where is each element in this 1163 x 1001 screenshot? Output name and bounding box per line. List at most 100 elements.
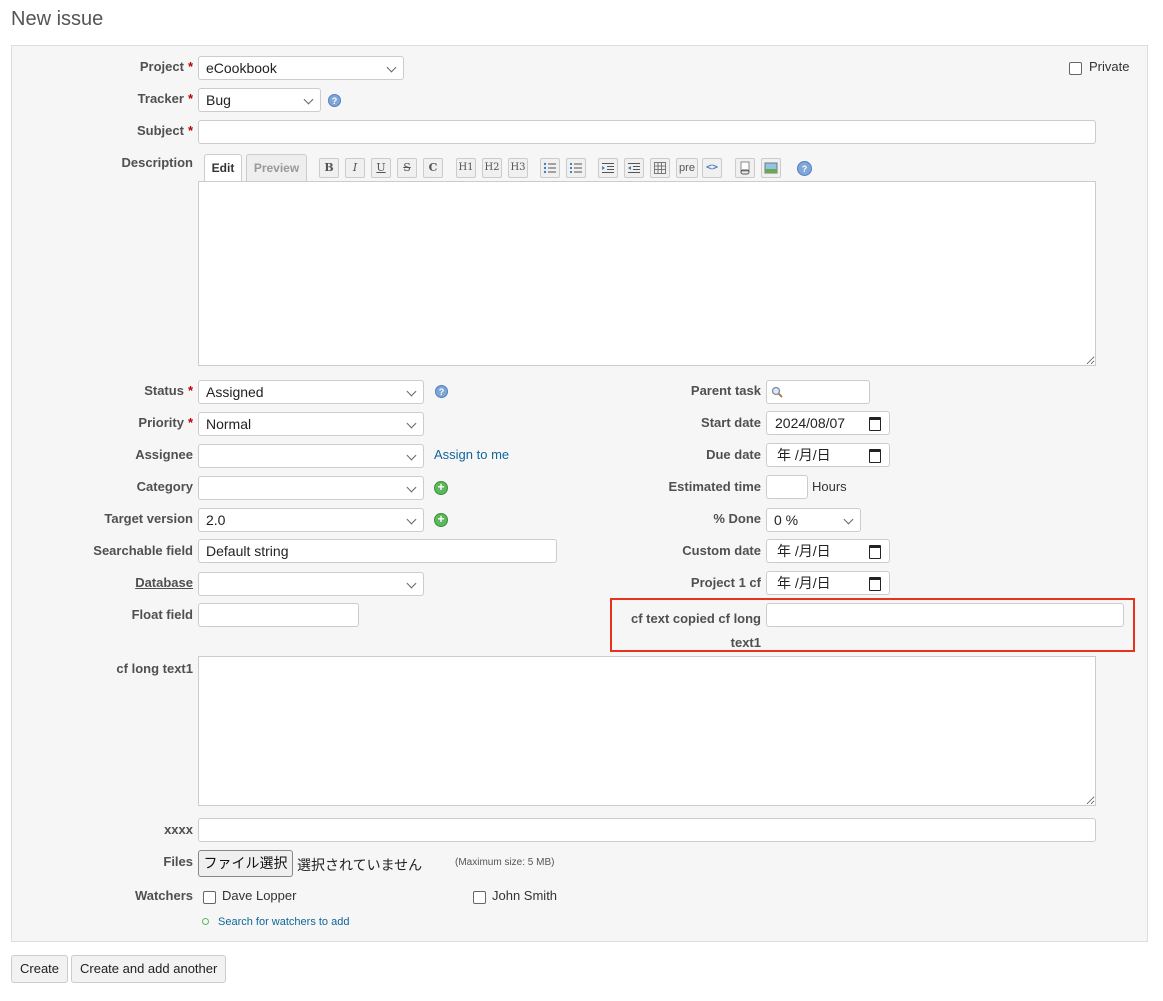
xxxx-input[interactable] xyxy=(198,818,1096,842)
underline-button[interactable]: U xyxy=(371,158,391,178)
watcher-checkbox[interactable] xyxy=(203,891,216,904)
calendar-icon[interactable] xyxy=(869,577,881,591)
project1-cf-input[interactable]: 年 /月/日 xyxy=(766,571,890,595)
max-size-note: (Maximum size: 5 MB) xyxy=(455,857,555,868)
tracker-select[interactable]: Bug xyxy=(198,88,321,112)
target-version-label: Target version xyxy=(104,511,193,526)
table-icon xyxy=(654,162,666,174)
h1-button[interactable]: H1 xyxy=(456,158,476,178)
chevron-down-icon xyxy=(406,450,417,461)
help-icon[interactable]: ? xyxy=(328,94,341,107)
numbered-list-button[interactable] xyxy=(566,158,586,178)
create-and-add-another-button[interactable]: Create and add another xyxy=(71,955,227,983)
float-field-input[interactable] xyxy=(198,603,359,627)
indent-button[interactable] xyxy=(598,158,618,178)
status-label: Status * xyxy=(144,383,193,398)
list-ul-icon xyxy=(543,162,556,174)
done-label: % Done xyxy=(713,511,761,526)
outdent-button[interactable] xyxy=(624,158,644,178)
start-date-input[interactable]: 2024/08/07 xyxy=(766,411,890,435)
h2-button[interactable]: H2 xyxy=(482,158,502,178)
parent-task-input[interactable] xyxy=(766,380,870,404)
chevron-down-icon xyxy=(303,94,314,105)
h3-button[interactable]: H3 xyxy=(508,158,528,178)
bold-button[interactable]: B xyxy=(319,158,339,178)
create-button[interactable]: Create xyxy=(11,955,69,983)
parent-task-label: Parent task xyxy=(690,383,761,398)
add-category-icon[interactable]: + xyxy=(434,481,448,495)
chevron-down-icon xyxy=(843,514,854,525)
project-select[interactable]: eCookbook xyxy=(198,56,404,80)
subject-input[interactable] xyxy=(198,120,1096,144)
cf-text-copied-input[interactable] xyxy=(766,603,1124,627)
file-status: 選択されていません xyxy=(297,857,423,873)
custom-date-input[interactable]: 年 /月/日 xyxy=(766,539,890,563)
project-label: Project * xyxy=(139,59,193,74)
chevron-down-icon xyxy=(386,62,397,73)
inline-code-button[interactable]: C xyxy=(423,158,443,178)
link-icon xyxy=(740,161,750,175)
database-label: Database xyxy=(135,575,193,590)
list-ol-icon xyxy=(570,163,582,173)
chevron-down-icon xyxy=(406,386,417,397)
description-label: Description xyxy=(121,155,193,170)
calendar-icon[interactable] xyxy=(869,449,881,463)
page-title: New issue xyxy=(11,8,104,30)
code-block-button[interactable]: <> xyxy=(702,158,722,178)
xxxx-label: xxxx xyxy=(164,822,193,837)
watcher-checkbox[interactable] xyxy=(473,891,486,904)
italic-button[interactable]: I xyxy=(345,158,365,178)
chevron-down-icon xyxy=(406,482,417,493)
private-checkbox[interactable] xyxy=(1069,62,1082,75)
searchable-field-input[interactable]: Default string xyxy=(198,539,557,563)
custom-date-label: Custom date xyxy=(682,543,761,558)
bulleted-list-button[interactable] xyxy=(540,158,560,178)
add-watcher-icon xyxy=(202,918,209,925)
help-icon[interactable]: ? xyxy=(435,385,448,398)
add-version-icon[interactable]: + xyxy=(434,513,448,527)
help-icon[interactable]: ? xyxy=(797,161,812,176)
target-version-select[interactable]: 2.0 xyxy=(198,508,424,532)
calendar-icon[interactable] xyxy=(869,545,881,559)
assignee-label: Assignee xyxy=(135,447,193,462)
watcher-name: Dave Lopper xyxy=(222,888,297,903)
due-date-input[interactable]: 年 /月/日 xyxy=(766,443,890,467)
description-textarea[interactable] xyxy=(198,181,1096,366)
searchable-field-label: Searchable field xyxy=(93,543,193,558)
search-watchers-link[interactable]: Search for watchers to add xyxy=(218,916,349,928)
table-button[interactable] xyxy=(650,158,670,178)
watchers-label: Watchers xyxy=(134,888,193,903)
assign-to-me-link[interactable]: Assign to me xyxy=(434,447,509,462)
assignee-select[interactable] xyxy=(198,444,424,468)
search-icon xyxy=(771,386,783,398)
priority-select[interactable]: Normal xyxy=(198,412,424,436)
outdent-icon xyxy=(628,163,640,173)
tracker-label: Tracker * xyxy=(137,91,193,106)
database-select[interactable] xyxy=(198,572,424,596)
estimated-time-input[interactable] xyxy=(766,475,808,499)
hours-unit: Hours xyxy=(812,479,847,494)
status-select[interactable]: Assigned xyxy=(198,380,424,404)
image-button[interactable] xyxy=(761,158,781,178)
start-date-label: Start date xyxy=(701,415,761,430)
chevron-down-icon xyxy=(406,578,417,589)
strike-button[interactable]: S xyxy=(397,158,417,178)
category-select[interactable] xyxy=(198,476,424,500)
cf-long-text1-textarea[interactable] xyxy=(198,656,1096,806)
image-icon xyxy=(764,162,778,174)
done-select[interactable]: 0 % xyxy=(766,508,861,532)
choose-file-button[interactable]: ファイル選択 xyxy=(198,850,293,877)
pre-button[interactable]: pre xyxy=(676,158,698,178)
link-button[interactable] xyxy=(735,158,755,178)
tab-edit[interactable]: Edit xyxy=(204,154,242,181)
files-label: Files xyxy=(163,854,193,869)
calendar-icon[interactable] xyxy=(869,417,881,431)
priority-label: Priority * xyxy=(138,415,193,430)
float-field-label: Float field xyxy=(131,607,193,622)
tab-preview[interactable]: Preview xyxy=(246,154,307,181)
indent-icon xyxy=(602,163,614,173)
category-label: Category xyxy=(136,479,193,494)
watcher-name: John Smith xyxy=(492,888,558,903)
due-date-label: Due date xyxy=(706,447,761,462)
estimated-time-label: Estimated time xyxy=(668,479,761,494)
